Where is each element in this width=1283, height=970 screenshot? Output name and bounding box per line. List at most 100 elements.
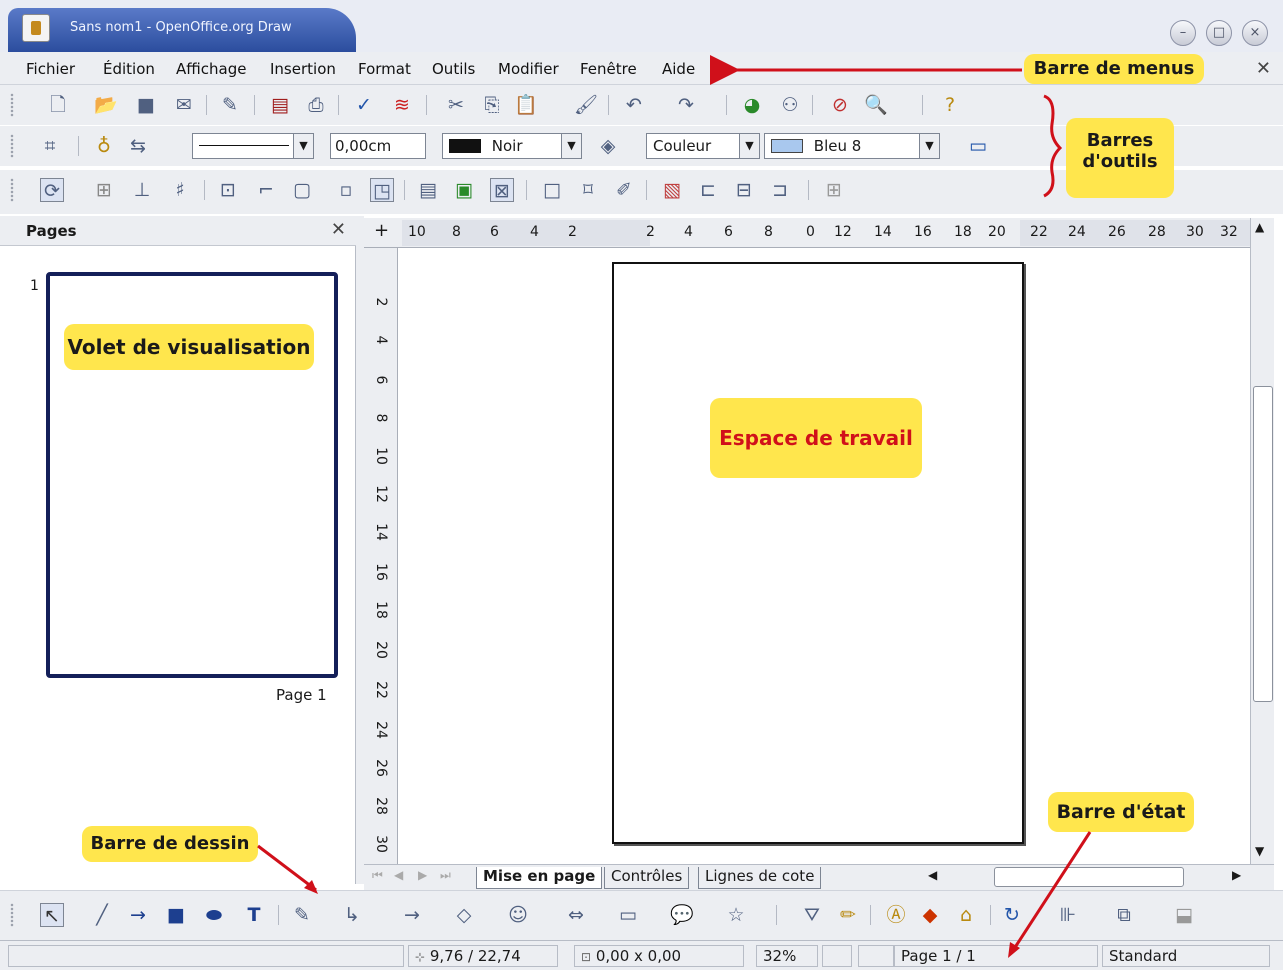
line-tool-icon[interactable]: ╱ — [90, 903, 114, 927]
drawing-page[interactable] — [612, 262, 1024, 844]
toolbar-grip[interactable] — [10, 178, 14, 202]
block-arrows-icon[interactable]: ⇔ — [564, 903, 588, 927]
snap-points-icon[interactable]: ◳ — [370, 178, 394, 202]
from-file-icon[interactable]: ◆ — [918, 903, 942, 927]
snap-guides-icon[interactable]: ⌐ — [254, 178, 278, 202]
exit-all-groups-icon[interactable]: ⊞ — [822, 178, 846, 202]
format-paintbrush-icon[interactable]: 🖌 — [574, 93, 598, 117]
toolbar-grip[interactable] — [10, 903, 14, 927]
contour-mode-icon[interactable]: ⊏ — [696, 178, 720, 202]
select-icon[interactable]: ↖ — [40, 903, 64, 927]
snap-grid-icon[interactable]: ⊡ — [216, 178, 240, 202]
rotation-mode-icon[interactable]: ⟳ — [40, 178, 64, 202]
menu-insertion[interactable]: Insertion — [270, 60, 336, 78]
hscroll-thumb[interactable] — [994, 867, 1184, 887]
gallery-icon[interactable]: ⊘ — [828, 93, 852, 117]
large-handles-icon[interactable]: ⌑ — [576, 178, 600, 202]
curve-icon[interactable]: ✎ — [290, 903, 314, 927]
close-pane-icon[interactable]: ✕ — [331, 219, 346, 240]
ellipse-icon[interactable]: ⬬ — [202, 903, 226, 927]
callouts-icon[interactable]: 💬 — [670, 903, 694, 927]
basic-shapes-icon[interactable]: ◇ — [452, 903, 476, 927]
arrange-icon[interactable]: ⧉ — [1112, 903, 1136, 927]
new-document-icon[interactable]: 🗋 — [46, 93, 70, 117]
scroll-up-icon[interactable]: ▲ — [1255, 220, 1264, 234]
simple-handles-icon[interactable]: □ — [540, 178, 564, 202]
fontwork-icon[interactable]: Ⓐ — [884, 903, 908, 927]
double-click-text-icon[interactable]: ⊠ — [490, 178, 514, 202]
tab-mise-en-page[interactable]: Mise en page — [476, 867, 603, 889]
menu-outils[interactable]: Outils — [432, 60, 475, 78]
guides-icon[interactable]: ⊥ — [130, 178, 154, 202]
connector-icon[interactable]: ↳ — [340, 903, 364, 927]
select-text-area-icon[interactable]: ▣ — [452, 178, 476, 202]
vertical-ruler[interactable]: 2 4 6 8 10 12 14 16 18 20 22 24 26 28 30 — [364, 248, 398, 864]
snap-margins-icon[interactable]: ▢ — [290, 178, 314, 202]
menu-format[interactable]: Format — [358, 60, 411, 78]
line-style-select[interactable]: ▼ — [192, 133, 314, 159]
menu-edition[interactable]: Édition — [103, 60, 155, 78]
navigator-icon[interactable]: ⚇ — [778, 93, 802, 117]
save-icon[interactable]: ■ — [134, 93, 158, 117]
extrusion-icon[interactable]: ⬓ — [1172, 903, 1196, 927]
area-fill-icon[interactable]: ◈ — [596, 134, 620, 158]
print-icon[interactable]: ⎙ — [304, 93, 328, 117]
line-width-field[interactable]: 0,00cm — [330, 133, 426, 159]
grid-icon[interactable]: ⊞ — [92, 178, 116, 202]
gallery-draw-icon[interactable]: ⌂ — [954, 903, 978, 927]
edit-mode-icon[interactable]: ✐ — [612, 178, 636, 202]
arrow-style-icon[interactable]: ⇆ — [126, 134, 150, 158]
flowchart-icon[interactable]: ▭ — [616, 903, 640, 927]
horizontal-ruler[interactable]: + 10 8 6 4 2 2 4 6 8 0 12 14 16 18 20 22… — [364, 218, 1264, 248]
close-document-icon[interactable]: ✕ — [1256, 58, 1271, 79]
scroll-down-icon[interactable]: ▼ — [1255, 844, 1264, 858]
points-icon[interactable]: ⛛ — [800, 903, 824, 927]
status-zoom[interactable]: 32% — [756, 945, 818, 967]
alignment-icon[interactable]: ⊪ — [1056, 903, 1080, 927]
edit-file-icon[interactable]: ✎ — [218, 93, 242, 117]
maximize-icon[interactable]: □ — [1206, 20, 1232, 46]
stars-icon[interactable]: ☆ — [724, 903, 748, 927]
menu-affichage[interactable]: Affichage — [176, 60, 246, 78]
cut-icon[interactable]: ✂ — [444, 93, 468, 117]
tab-lignes-de-cote[interactable]: Lignes de cote — [698, 867, 822, 889]
close-window-icon[interactable]: × — [1242, 20, 1268, 46]
guides-move-icon[interactable]: ♯ — [168, 178, 192, 202]
export-pdf-icon[interactable]: ▤ — [268, 93, 292, 117]
tab-prev-icon[interactable]: ◀ — [394, 868, 403, 882]
help-icon[interactable]: ? — [938, 93, 962, 117]
text-placeholder-icon[interactable]: ⊟ — [732, 178, 756, 202]
undo-icon[interactable]: ↶ — [622, 93, 646, 117]
menu-fenetre[interactable]: Fenêtre — [580, 60, 637, 78]
hscroll-right-icon[interactable]: ▶ — [1232, 868, 1241, 882]
zoom-icon[interactable]: 🔍 — [864, 93, 888, 117]
minimize-icon[interactable]: – — [1170, 20, 1196, 46]
text-tool-icon[interactable]: T — [242, 903, 266, 927]
chart-icon[interactable]: ◕ — [740, 93, 764, 117]
vertical-scrollbar[interactable]: ▲ ▼ — [1250, 218, 1274, 864]
line-contour-icon[interactable]: ⊐ — [768, 178, 792, 202]
tab-controles[interactable]: Contrôles — [604, 867, 690, 889]
symbol-shapes-icon[interactable]: ☺ — [506, 903, 530, 927]
lines-arrows-icon[interactable]: → — [400, 903, 424, 927]
styles-icon[interactable]: ⌗ — [38, 134, 62, 158]
rectangle-icon[interactable]: ■ — [164, 903, 188, 927]
paste-icon[interactable]: 📋 — [514, 93, 538, 117]
menu-aide[interactable]: Aide — [662, 60, 695, 78]
menu-modifier[interactable]: Modifier — [498, 60, 559, 78]
scroll-thumb[interactable] — [1253, 386, 1273, 702]
rotate-icon[interactable]: ↻ — [1000, 903, 1024, 927]
hscroll-left-icon[interactable]: ◀ — [928, 868, 937, 882]
shadow-icon[interactable]: ▭ — [966, 134, 990, 158]
autospellcheck-icon[interactable]: ≋ — [390, 93, 414, 117]
tab-last-icon[interactable]: ⏭ — [440, 868, 451, 883]
redo-icon[interactable]: ↷ — [674, 93, 698, 117]
allow-quick-edit-icon[interactable]: ▤ — [416, 178, 440, 202]
toolbar-grip[interactable] — [10, 134, 14, 158]
area-style-select[interactable]: Couleur ▼ — [646, 133, 760, 159]
pane-splitter[interactable] — [356, 216, 364, 884]
toolbar-grip[interactable] — [10, 93, 14, 117]
line-icon[interactable]: ♁ — [92, 134, 116, 158]
email-icon[interactable]: ✉ — [172, 93, 196, 117]
spellcheck-icon[interactable]: ✓ — [352, 93, 376, 117]
